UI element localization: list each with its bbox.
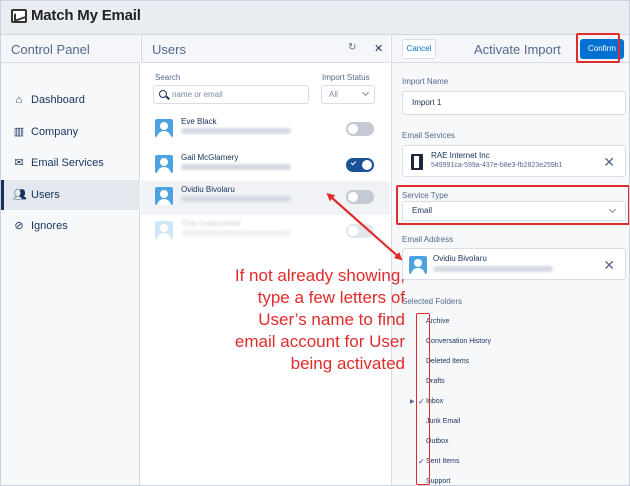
- import-toggle[interactable]: [346, 122, 374, 136]
- import-name-label: Import Name: [402, 77, 449, 86]
- email-services-label: Email Services: [402, 131, 455, 140]
- control-panel-title: Control Panel: [11, 42, 90, 57]
- import-name-input[interactable]: Import 1: [402, 91, 626, 115]
- building-icon: ▥: [13, 126, 25, 138]
- control-panel-header: Control Panel: [1, 35, 140, 63]
- user-row-eve-black[interactable]: Eve Black: [141, 113, 390, 147]
- search-input[interactable]: name or email: [153, 85, 309, 104]
- email-address-pill[interactable]: Ovidiu Bivolaru ✕: [402, 248, 626, 280]
- app-logo: Match My Email: [11, 7, 141, 24]
- avatar: [155, 187, 173, 205]
- app-window: Match My Email Control Panel Users ↻ ✕ A…: [0, 0, 630, 486]
- avatar: [409, 256, 427, 274]
- annotation-note: If not already showing, type a few lette…: [161, 265, 405, 375]
- user-name: Tina Goldschmitt: [181, 219, 241, 228]
- avatar: [155, 155, 173, 173]
- nav-label: Users: [31, 189, 60, 201]
- annotation-line: If not already showing,: [234, 266, 405, 285]
- envelope-icon: ✉: [14, 157, 24, 169]
- home-icon: ⌂: [15, 94, 23, 106]
- service-type-highlight-box: [396, 185, 629, 225]
- user-name: Ovidiu Bivolaru: [181, 185, 235, 194]
- remove-email-icon[interactable]: ✕: [603, 258, 615, 272]
- nav-item-users[interactable]: 👥︎ Users: [1, 180, 140, 210]
- folder-deleted-items[interactable]: Deleted Items: [426, 358, 469, 365]
- nav-label: Email Services: [31, 157, 104, 169]
- search-placeholder: name or email: [172, 90, 223, 99]
- app-title: Match My Email: [31, 7, 141, 24]
- search-label: Search: [155, 73, 181, 82]
- folder-sent-items[interactable]: Sent Items: [426, 458, 459, 465]
- nav-label: Ignores: [31, 220, 68, 232]
- email-service-pill[interactable]: RAE Internet Inc 549991ca-599a-437e-b8e3…: [402, 145, 626, 177]
- import-status-label: Import Status: [322, 73, 370, 82]
- nav-label: Company: [31, 126, 79, 138]
- nav-item-company[interactable]: ▥ Company: [1, 117, 140, 147]
- refresh-icon[interactable]: ↻: [348, 42, 356, 53]
- import-status-select[interactable]: All: [321, 85, 375, 104]
- import-toggle[interactable]: [346, 190, 374, 204]
- top-bar: Match My Email: [1, 1, 629, 35]
- users-header: Users ↻ ✕: [141, 35, 390, 63]
- user-name: Eve Black: [181, 117, 217, 126]
- user-email-blurred: [181, 164, 291, 170]
- annotation-line: type a few letters of: [257, 288, 405, 307]
- user-email-blurred: [181, 230, 291, 236]
- user-row-gail-mcglamery[interactable]: Gail McGlamery: [141, 149, 390, 183]
- activate-import-title: Activate Import: [474, 42, 561, 57]
- user-email-blurred: [181, 128, 291, 134]
- import-toggle[interactable]: [346, 158, 374, 172]
- annotation-line: being activated: [290, 354, 405, 373]
- user-email-blurred: [181, 196, 291, 202]
- confirm-highlight-box: [576, 33, 620, 63]
- expand-icon[interactable]: ▶: [410, 398, 415, 405]
- users-icon: 👥︎: [13, 189, 27, 201]
- import-status-value: All: [329, 90, 338, 99]
- users-title: Users: [152, 42, 186, 57]
- close-icon[interactable]: ✕: [374, 42, 383, 55]
- nav-item-ignores[interactable]: ⊘ Ignores: [1, 211, 140, 241]
- annotation-line: User’s name to find: [258, 310, 405, 329]
- annotation-line: email account for User: [234, 332, 405, 351]
- chevron-down-icon: [361, 88, 370, 97]
- check-icon: [350, 159, 357, 166]
- user-row-ovidiu-bivolaru[interactable]: Ovidiu Bivolaru: [141, 181, 390, 215]
- service-id: 549991ca-599a-437e-b8e3-fb2823e259b1: [431, 162, 563, 169]
- email-user-name: Ovidiu Bivolaru: [433, 254, 487, 263]
- nav-item-dashboard[interactable]: ⌂ Dashboard: [1, 85, 140, 115]
- nav-item-email-services[interactable]: ✉ Email Services: [1, 148, 140, 178]
- email-address-label: Email Address: [402, 235, 454, 244]
- control-panel: ⌂ Dashboard ▥ Company ✉ Email Services 👥…: [1, 63, 140, 485]
- avatar: [155, 221, 173, 239]
- office-icon: [411, 154, 423, 170]
- block-icon: ⊘: [14, 220, 24, 232]
- folders-checkbox-highlight-box: [416, 313, 430, 485]
- import-toggle[interactable]: [346, 224, 374, 238]
- remove-service-icon[interactable]: ✕: [603, 155, 615, 169]
- nav-label: Dashboard: [31, 94, 85, 106]
- folder-junk-email[interactable]: Junk Email: [426, 418, 460, 425]
- email-address-blurred: [433, 266, 553, 272]
- user-name: Gail McGlamery: [181, 153, 239, 162]
- user-row-faded[interactable]: Tina Goldschmitt: [141, 215, 390, 249]
- import-name-value: Import 1: [412, 98, 442, 107]
- selected-folders-label: Selected Folders: [402, 297, 463, 306]
- envelope-logo-icon: [11, 8, 27, 23]
- avatar: [155, 119, 173, 137]
- folder-conversation-history[interactable]: Conversation History: [426, 338, 491, 345]
- cancel-button[interactable]: Cancel: [402, 39, 436, 59]
- search-icon: [159, 90, 167, 98]
- service-name: RAE Internet Inc: [431, 151, 490, 160]
